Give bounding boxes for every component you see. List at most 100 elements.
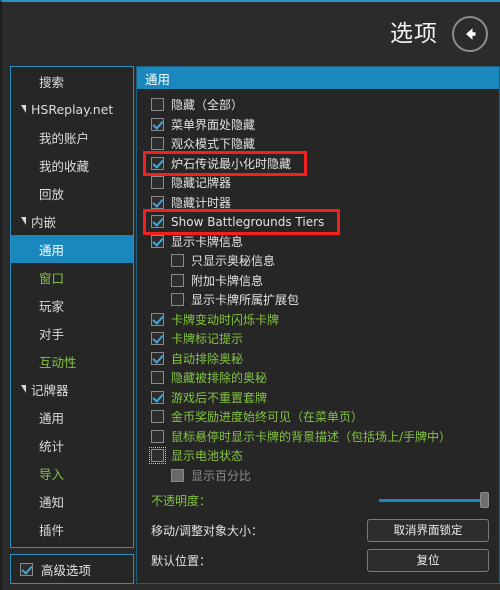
option-checkbox-17[interactable] (151, 429, 164, 443)
option-row-11[interactable]: 卡牌变动时闪烁卡牌 (137, 310, 499, 330)
sidebar-item-1[interactable]: HSReplay.net (11, 95, 133, 123)
option-checkbox-15[interactable] (151, 390, 164, 404)
back-button[interactable] (452, 16, 488, 52)
option-row-3[interactable]: 炉石传说最小化时隐藏 (137, 154, 499, 174)
reset-position-button[interactable]: 复位 (367, 548, 489, 572)
option-label: 菜单界面处隐藏 (171, 117, 256, 132)
sidebar-nav[interactable]: 搜索 HSReplay.net 我的账户 我的收藏 回放 内嵌 通用 窗口 玩家 对手 互动性 记牌器… (10, 66, 134, 548)
option-checkbox-7[interactable] (151, 234, 164, 248)
sidebar-item-9[interactable]: 对手 (11, 319, 133, 347)
sidebar-item-label: 窗口 (39, 270, 65, 286)
option-label: 显示电池状态 (171, 449, 244, 464)
sidebar-item-3[interactable]: 我的收藏 (11, 151, 133, 179)
option-row-9[interactable]: 附加卡牌信息 (137, 271, 499, 291)
option-checkbox-13[interactable] (151, 351, 164, 365)
sidebar-item-0[interactable]: 搜索 (11, 67, 133, 95)
option-label: 自动排除奥秘 (171, 351, 244, 366)
default-position-row: 默认位置： 复位 (137, 545, 499, 575)
option-checkbox-18[interactable] (149, 447, 166, 465)
sidebar-item-8[interactable]: 玩家 (11, 291, 133, 319)
sidebar-item-label: 对手 (39, 326, 65, 342)
option-row-5[interactable]: 隐藏计时器 (137, 193, 499, 213)
option-checkbox-4[interactable] (151, 176, 164, 190)
option-label: 显示百分比 (191, 468, 252, 483)
option-checkbox-2[interactable] (151, 137, 164, 151)
option-checkbox-11[interactable] (151, 312, 164, 326)
sidebar-item-12[interactable]: 通用 (11, 403, 133, 431)
option-checkbox-12[interactable] (151, 332, 164, 346)
sidebar-item-17[interactable]: 快捷键 (11, 543, 133, 547)
option-row-16[interactable]: 金币奖励进度始终可见（在菜单页） (137, 407, 499, 427)
sidebar-item-label: 插件 (39, 522, 65, 538)
option-row-19[interactable]: 显示百分比 (137, 466, 499, 486)
option-checkbox-10[interactable] (171, 293, 184, 307)
sidebar-item-10[interactable]: 互动性 (11, 347, 133, 375)
option-checkbox-5[interactable] (151, 195, 164, 209)
opacity-slider-track (379, 499, 489, 502)
main-panel: 通用 隐藏（全部） 菜单界面处隐藏 观众模式下隐藏 炉石传说最小化时隐藏 隐藏记牌器 隐藏… (136, 66, 500, 584)
option-row-1[interactable]: 菜单界面处隐藏 (137, 115, 499, 135)
sidebar-item-11[interactable]: 记牌器 (11, 375, 133, 403)
option-checkbox-0[interactable] (151, 98, 164, 112)
option-row-15[interactable]: 游戏后不重置套牌 (137, 388, 499, 408)
option-checkbox-16[interactable] (151, 410, 164, 424)
sidebar-item-7[interactable]: 窗口 (11, 263, 133, 291)
chevron-down-icon[interactable] (21, 385, 26, 393)
opacity-label: 不透明度： (151, 493, 212, 508)
arrow-left-icon (460, 24, 480, 44)
opacity-slider[interactable] (379, 492, 489, 508)
option-row-8[interactable]: 只显示奥秘信息 (137, 251, 499, 271)
sidebar-item-label: 我的账户 (39, 130, 90, 146)
sidebar-item-4[interactable]: 回放 (11, 179, 133, 207)
sidebar-item-13[interactable]: 统计 (11, 431, 133, 459)
option-row-0[interactable]: 隐藏（全部） (137, 95, 499, 115)
option-checkbox-14[interactable] (151, 371, 164, 385)
option-checkbox-19 (171, 468, 184, 482)
sidebar-item-label: HSReplay.net (31, 101, 114, 117)
option-label: Show Battlegrounds Tiers (171, 214, 325, 229)
option-row-12[interactable]: 卡牌标记提示 (137, 329, 499, 349)
option-row-7[interactable]: 显示卡牌信息 (137, 232, 499, 252)
option-checkbox-9[interactable] (171, 273, 184, 287)
sidebar-item-6[interactable]: 通用 (11, 235, 133, 263)
option-checkbox-6[interactable] (151, 215, 164, 229)
option-row-18[interactable]: 显示电池状态 (137, 446, 499, 466)
sidebar-item-16[interactable]: 插件 (11, 515, 133, 543)
unlock-ui-button[interactable]: 取消界面锁定 (367, 518, 489, 542)
default-position-label: 默认位置： (151, 553, 212, 568)
option-row-14[interactable]: 隐藏被排除的奥秘 (137, 368, 499, 388)
sidebar-item-label: 通用 (39, 410, 65, 426)
option-label: 隐藏（全部） (171, 98, 244, 113)
move-resize-row: 移动/调整对象大小： 取消界面锁定 (137, 515, 499, 545)
advanced-options-checkbox[interactable] (20, 562, 33, 576)
sidebar-item-15[interactable]: 通知 (11, 487, 133, 515)
sidebar-item-label: 内嵌 (31, 214, 57, 230)
option-row-13[interactable]: 自动排除奥秘 (137, 349, 499, 369)
section-header: 通用 (137, 67, 499, 89)
option-label: 隐藏计时器 (171, 195, 232, 210)
sidebar-item-2[interactable]: 我的账户 (11, 123, 133, 151)
option-label: 观众模式下隐藏 (171, 137, 256, 152)
advanced-options-row[interactable]: 高级选项 (10, 554, 134, 584)
opacity-slider-thumb[interactable] (480, 492, 489, 508)
chevron-down-icon[interactable] (21, 217, 26, 225)
option-row-17[interactable]: 鼠标悬停时显示卡牌的背景描述（包括场上/手牌中） (137, 427, 499, 447)
window-header: 选项 (2, 2, 500, 66)
sidebar-item-5[interactable]: 内嵌 (11, 207, 133, 235)
options-window: 选项 搜索 HSReplay.net 我的账户 我的收藏 回放 内嵌 通用 窗口 玩家 对手 互动性… (0, 0, 500, 590)
option-row-6[interactable]: Show Battlegrounds Tiers (137, 212, 499, 232)
sidebar-item-14[interactable]: 导入 (11, 459, 133, 487)
option-row-10[interactable]: 显示卡牌所属扩展包 (137, 290, 499, 310)
opacity-row: 不透明度： (137, 485, 499, 515)
option-checkbox-8[interactable] (171, 254, 184, 268)
options-list: 隐藏（全部） 菜单界面处隐藏 观众模式下隐藏炉石传说最小化时隐藏 隐藏记牌器隐藏计时器… (137, 89, 499, 485)
chevron-down-icon[interactable] (21, 105, 26, 113)
option-label: 卡牌标记提示 (171, 332, 244, 347)
option-row-4[interactable]: 隐藏记牌器 (137, 173, 499, 193)
option-row-2[interactable]: 观众模式下隐藏 (137, 134, 499, 154)
sidebar-item-label: 通知 (39, 494, 65, 510)
option-label: 鼠标悬停时显示卡牌的背景描述（包括场上/手牌中） (171, 429, 452, 444)
option-checkbox-1[interactable] (151, 117, 164, 131)
sidebar-item-label: 我的收藏 (39, 158, 90, 174)
option-checkbox-3[interactable] (151, 156, 164, 170)
